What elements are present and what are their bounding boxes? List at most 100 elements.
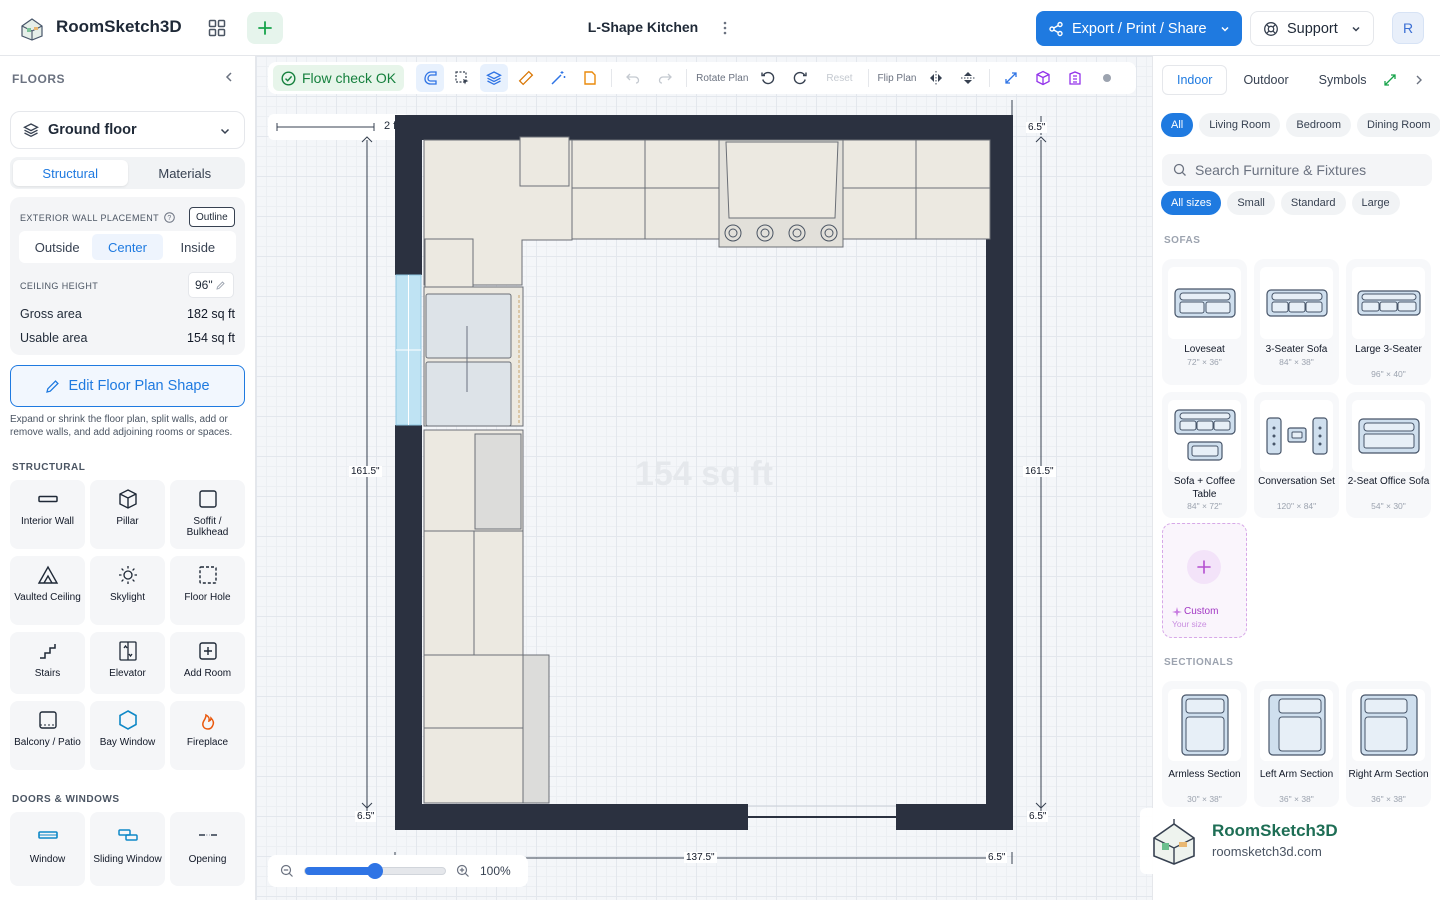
tool-interior-wall[interactable]: Interior Wall <box>10 480 85 549</box>
furniture-large-3-seater[interactable]: Large 3-Seater 96" × 40" <box>1346 259 1431 385</box>
tool-skylight[interactable]: Skylight <box>90 556 165 625</box>
watermark-url: roomsketch3d.com <box>1212 844 1322 859</box>
furniture-search[interactable]: Search Furniture & Fixtures <box>1162 154 1432 186</box>
tool-stairs[interactable]: Stairs <box>10 632 85 694</box>
tool-fireplace[interactable]: Fireplace <box>170 701 245 770</box>
usable-area-value: 154 sq ft <box>187 331 235 345</box>
furniture-name: Conversation Set <box>1258 476 1335 487</box>
ceiling-height-field[interactable]: 96" <box>188 272 234 298</box>
gross-area-value: 182 sq ft <box>187 307 235 321</box>
room-chip[interactable]: Dining Room <box>1357 113 1440 137</box>
tool-label: Pillar <box>116 516 139 527</box>
zoom-in-icon[interactable] <box>456 864 470 878</box>
tool-elevator[interactable]: Elevator <box>90 632 165 694</box>
sectionals-heading: SECTIONALS <box>1164 657 1234 668</box>
tool-sliding-window[interactable]: Sliding Window <box>90 812 165 886</box>
zoom-slider-knob[interactable] <box>367 863 383 879</box>
tool-label: Skylight <box>109 592 145 603</box>
pencil-icon <box>215 280 225 290</box>
furniture-dimensions: 120" × 84" <box>1276 501 1317 511</box>
sofas-heading: SOFAS <box>1164 235 1201 246</box>
collapse-sidebar-button[interactable] <box>222 70 236 84</box>
collapse-panel-button[interactable] <box>1412 73 1426 87</box>
placement-inside[interactable]: Inside <box>163 234 233 260</box>
user-avatar[interactable]: R <box>1392 12 1424 44</box>
sun-icon <box>118 566 137 584</box>
floor-hole-icon <box>198 566 217 584</box>
new-project-button[interactable] <box>247 12 283 44</box>
zoom-slider[interactable] <box>304 863 446 879</box>
layers-icon <box>23 123 39 138</box>
ceiling-height-label: CEILING HEIGHT <box>20 281 99 291</box>
furniture-dimensions: 84" × 72" <box>1187 501 1222 511</box>
tool-pillar[interactable]: Pillar <box>90 480 165 549</box>
furniture-conversation-set[interactable]: Conversation Set 120" × 84" <box>1254 392 1339 518</box>
tool-bay-window[interactable]: Bay Window <box>90 701 165 770</box>
furniture-right-arm-section[interactable]: Right Arm Section 36" × 38" <box>1346 681 1431 807</box>
tool-balcony[interactable]: Balcony / Patio <box>10 701 85 770</box>
tool-soffit[interactable]: Soffit / Bulkhead <box>170 480 245 549</box>
furniture-armless-section[interactable]: Armless Section 30" × 38" <box>1162 681 1247 807</box>
furniture-3-seater-sofa[interactable]: 3-Seater Sofa 84" × 38" <box>1254 259 1339 385</box>
document-menu-button[interactable] <box>716 18 734 38</box>
zoom-out-icon[interactable] <box>280 864 294 878</box>
gross-area-row-visible: Gross area 182 sq ft <box>20 307 235 321</box>
furniture-name: Armless Section <box>1168 769 1241 780</box>
edit-floor-plan-label: Edit Floor Plan Shape <box>68 378 210 394</box>
size-chip[interactable]: Large <box>1351 191 1400 215</box>
dashboard-grid-button[interactable] <box>200 12 234 44</box>
size-chip[interactable]: Small <box>1227 191 1275 215</box>
support-label: Support <box>1287 20 1338 37</box>
tab-structural[interactable]: Structural <box>13 160 128 186</box>
wall-placement-text: EXTERIOR WALL PLACEMENT <box>20 212 160 223</box>
outline-toggle[interactable]: Outline <box>189 207 235 227</box>
dim-left-height: 161.5" <box>349 466 382 477</box>
export-label: Export / Print / Share <box>1072 20 1207 37</box>
brand-watermark: RoomSketch3D roomsketch3d.com <box>1140 808 1410 874</box>
floors-heading: FLOORS <box>12 72 65 86</box>
hexagon-icon <box>118 710 137 730</box>
tab-indoor[interactable]: Indoor <box>1162 65 1228 95</box>
gross-area-label: Gross area <box>20 307 82 321</box>
tab-outdoor[interactable]: Outdoor <box>1229 65 1302 95</box>
app-logo-icon[interactable] <box>18 14 46 42</box>
placement-center[interactable]: Center <box>92 234 163 260</box>
expand-panel-button[interactable] <box>1383 73 1397 87</box>
edit-floor-plan-button[interactable]: Edit Floor Plan Shape <box>10 365 245 407</box>
size-chip[interactable]: Standard <box>1280 191 1346 215</box>
tool-floor-hole[interactable]: Floor Hole <box>170 556 245 625</box>
furniture-dimensions: 54" × 30" <box>1371 501 1406 511</box>
dim-right-height: 161.5" <box>1023 466 1056 477</box>
room-chip[interactable]: Bedroom <box>1286 113 1352 137</box>
floor-selector[interactable]: Ground floor <box>10 111 245 149</box>
tab-materials[interactable]: Materials <box>128 160 243 186</box>
furniture-2-seat-office-sofa[interactable]: 2-Seat Office Sofa 54" × 30" <box>1346 392 1431 518</box>
tool-window[interactable]: Window <box>10 812 85 886</box>
custom-plus-icon <box>1187 550 1221 584</box>
tool-label: Interior Wall <box>21 516 74 527</box>
sofa-large-icon <box>1352 267 1425 339</box>
export-print-share-button[interactable]: Export / Print / Share <box>1036 11 1242 46</box>
kebab-icon <box>723 21 727 35</box>
support-button[interactable]: Support <box>1250 11 1374 46</box>
zoom-value: 100% <box>480 864 511 878</box>
floor-plan-canvas[interactable]: Flow check OK Rotate Plan Reset Flip Pla… <box>256 56 1152 900</box>
furniture-loveseat[interactable]: Loveseat 72" × 36" <box>1162 259 1247 385</box>
custom-sub: Your size <box>1172 619 1207 629</box>
placement-outside[interactable]: Outside <box>22 234 92 260</box>
furniture-left-arm-section[interactable]: Left Arm Section 36" × 38" <box>1254 681 1339 807</box>
tool-opening[interactable]: Opening <box>170 812 245 886</box>
size-chip[interactable]: All sizes <box>1161 191 1222 215</box>
tab-symbols[interactable]: Symbols <box>1305 65 1381 95</box>
tool-vaulted-ceiling[interactable]: Vaulted Ceiling <box>10 556 85 625</box>
furniture-sofa-coffee-table[interactable]: Sofa + Coffee Table 84" × 72" <box>1162 392 1247 518</box>
dim-width: 137.5" <box>684 852 717 863</box>
custom-furniture-button[interactable]: Custom Your size <box>1162 523 1247 638</box>
tool-label: Window <box>29 854 66 865</box>
room-chip[interactable]: All <box>1161 113 1194 137</box>
dim-bottom-left: 6.5" <box>355 811 377 822</box>
room-chip[interactable]: Living Room <box>1199 113 1281 137</box>
tool-add-room[interactable]: Add Room <box>170 632 245 694</box>
floor-plan[interactable]: 154 sq ft <box>256 56 1152 900</box>
chevron-right-icon <box>1416 75 1422 85</box>
